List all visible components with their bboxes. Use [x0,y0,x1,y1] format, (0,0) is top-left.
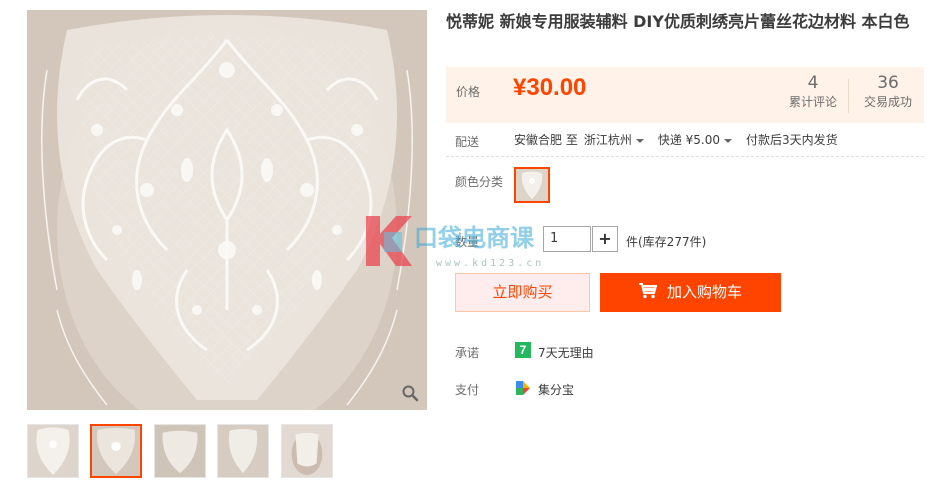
review-count-label: 累计评论 [789,95,838,109]
thumbnail-4[interactable] [217,424,269,478]
watermark-logo: 口袋电商课 www.kd123.cn [362,212,602,272]
product-page: 悦蒂妮 新娘专用服装辅料 DIY优质刺绣亮片蕾丝花边材料 本白色 价格 ¥30.… [0,0,927,482]
delivery-row: 安徽合肥 至浙江杭州 快递 ¥5.00 付款后3天内发货 [514,131,844,148]
sales-count-label: 交易成功 [864,95,913,109]
thumbnail-5[interactable] [281,424,333,478]
stock-info: 件(库存277件) [626,235,707,249]
watermark-url: www.kd123.cn [436,258,544,269]
review-count[interactable]: 4 累计评论 [789,73,837,111]
product-title: 悦蒂妮 新娘专用服装辅料 DIY优质刺绣亮片蕾丝花边材料 本白色 [446,12,910,31]
promise-text[interactable]: 7天无理由 [538,344,594,361]
shipping-fee[interactable]: 快递 ¥5.00 [658,133,740,147]
lace-embroidery-image [27,10,427,410]
chevron-down-icon [635,138,644,143]
thumbnail-3[interactable] [154,424,206,478]
sales-count: 36 交易成功 [864,73,912,111]
magnifier-icon[interactable] [401,384,419,402]
delivery-destination-text: 浙江杭州 [583,133,632,147]
seven-day-return-icon: 7 [515,342,531,358]
price-value: ¥30.00 [513,74,587,101]
thumbnail-2-selected[interactable] [90,424,142,478]
color-swatch-selected[interactable] [514,167,550,203]
delivery-destination[interactable]: 浙江杭州 [584,133,652,147]
chevron-down-icon [724,138,733,143]
divider [446,156,924,157]
jifenbao-icon [516,381,530,395]
price-panel: 价格 ¥30.00 4 累计评论 36 交易成功 [446,67,924,123]
thumbnail-1[interactable] [27,424,79,478]
main-product-image[interactable] [27,10,427,410]
price-label: 价格 [456,85,481,99]
watermark-brand: 口袋电商课 [414,224,535,252]
delivery-from: 安徽合肥 至 [514,133,578,147]
add-to-cart-label: 加入购物车 [666,283,742,301]
ship-time: 付款后3天内发货 [746,133,838,147]
delivery-label: 配送 [455,135,480,149]
sales-count-number: 36 [877,73,899,93]
buy-now-button[interactable]: 立即购买 [455,273,590,312]
color-label: 颜色分类 [455,175,504,189]
add-to-cart-button[interactable]: 加入购物车 [600,273,781,312]
cart-icon [638,283,658,299]
payment-text[interactable]: 集分宝 [538,381,574,398]
review-count-number: 4 [807,73,819,93]
payment-label: 支付 [455,383,480,397]
shipping-fee-text: 快递 ¥5.00 [657,133,721,147]
stat-divider [848,79,849,113]
promise-label: 承诺 [455,346,480,360]
